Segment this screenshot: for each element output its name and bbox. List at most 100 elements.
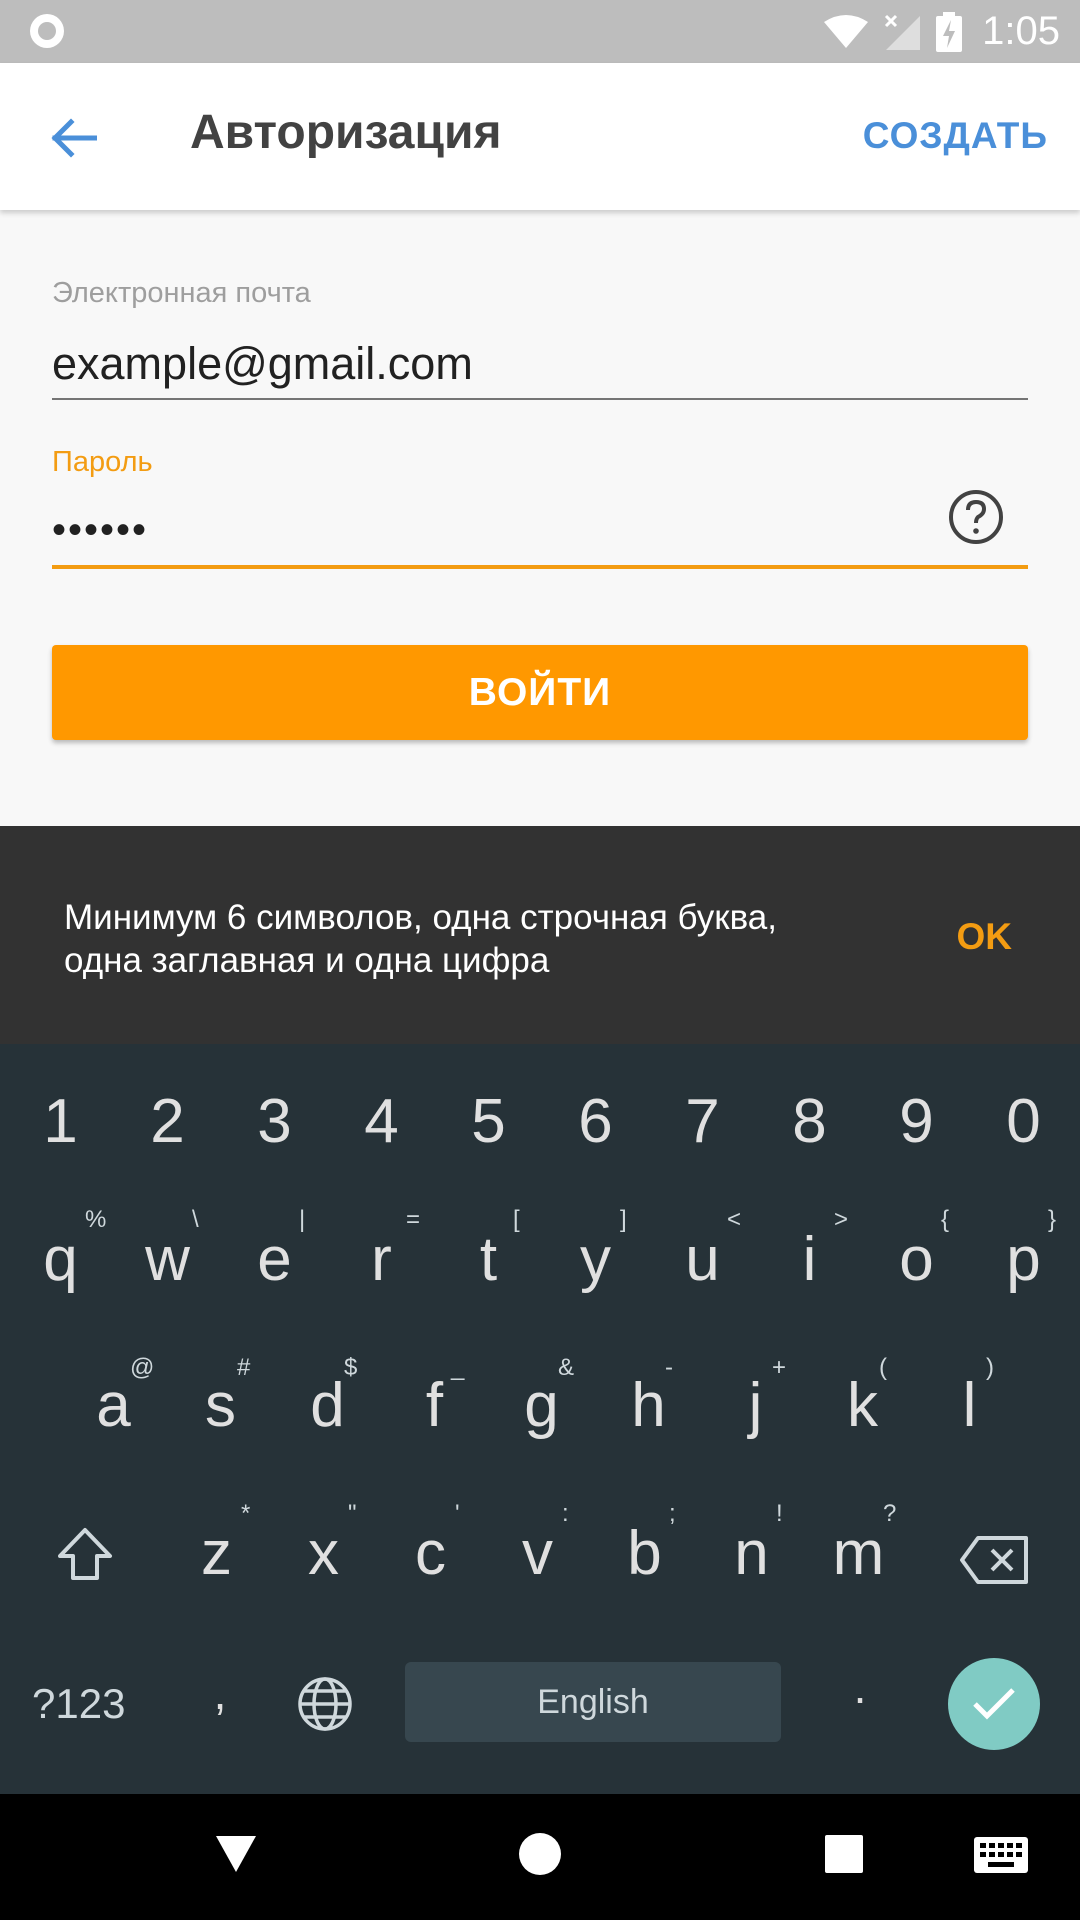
- key-hint: [: [513, 1206, 520, 1233]
- key-hint: \: [192, 1206, 199, 1233]
- key-hint: ): [986, 1354, 994, 1381]
- key-j[interactable]: j: [702, 1370, 809, 1441]
- key-w[interactable]: w: [114, 1224, 221, 1295]
- key-r[interactable]: r: [328, 1224, 435, 1295]
- key-hint: <: [727, 1206, 742, 1233]
- key-hint: -: [665, 1354, 673, 1381]
- key-hint: !: [776, 1500, 783, 1527]
- globe-icon[interactable]: [296, 1675, 354, 1733]
- key-hint: &: [558, 1354, 575, 1381]
- page-title: Авторизация: [190, 106, 502, 159]
- status-time: 1:05: [982, 9, 1060, 53]
- key-5[interactable]: 5: [435, 1086, 542, 1157]
- key-3[interactable]: 3: [221, 1086, 328, 1157]
- key-hint: |: [299, 1206, 306, 1233]
- check-icon: [973, 1688, 1015, 1720]
- password-field[interactable]: ••••••: [52, 495, 1028, 569]
- key-hint: >: [834, 1206, 849, 1233]
- key-c[interactable]: c: [377, 1518, 484, 1589]
- key-l[interactable]: l: [916, 1370, 1023, 1441]
- key-hint: _: [451, 1354, 465, 1381]
- symbols-key[interactable]: ?123: [32, 1680, 125, 1728]
- key-b[interactable]: b: [591, 1518, 698, 1589]
- key-g[interactable]: g: [488, 1370, 595, 1441]
- key-hint: ]: [620, 1206, 627, 1233]
- key-f[interactable]: f: [381, 1370, 488, 1441]
- back-arrow-icon: [51, 118, 97, 158]
- key-x[interactable]: x: [270, 1518, 377, 1589]
- comma-key[interactable]: ,: [200, 1666, 240, 1720]
- key-hint: $: [344, 1354, 358, 1381]
- key-6[interactable]: 6: [542, 1086, 649, 1157]
- done-button[interactable]: [948, 1658, 1040, 1750]
- signal-icon: [885, 14, 921, 50]
- battery-icon: [936, 11, 963, 52]
- nav-back-icon[interactable]: [214, 1834, 258, 1874]
- keyboard-icon[interactable]: [974, 1837, 1028, 1873]
- key-u[interactable]: u: [649, 1224, 756, 1295]
- password-value: ••••••: [52, 507, 149, 552]
- snackbar-message: Минимум 6 символов, одна строчная буква,…: [64, 896, 864, 982]
- key-hint: =: [406, 1206, 421, 1233]
- key-hint: #: [237, 1354, 251, 1381]
- app-bar: Авторизация СОЗДАТЬ: [0, 63, 1080, 210]
- key-hint: }: [1048, 1206, 1057, 1233]
- status-bar: 1:05: [0, 0, 1080, 63]
- key-e[interactable]: e: [221, 1224, 328, 1295]
- key-hint: ": [348, 1500, 357, 1527]
- email-label: Электронная почта: [52, 277, 311, 309]
- nav-home-icon[interactable]: [518, 1832, 562, 1876]
- key-q[interactable]: q: [7, 1224, 114, 1295]
- space-key-label: English: [537, 1682, 649, 1721]
- space-key[interactable]: English: [405, 1662, 781, 1742]
- key-d[interactable]: d: [274, 1370, 381, 1441]
- key-7[interactable]: 7: [649, 1086, 756, 1157]
- key-0[interactable]: 0: [970, 1086, 1077, 1157]
- back-button[interactable]: [38, 103, 108, 173]
- snackbar-line-2: одна заглавная и одна цифра: [64, 941, 550, 980]
- key-hint: {: [941, 1206, 950, 1233]
- backspace-icon[interactable]: [958, 1534, 1030, 1586]
- key-hint: (: [879, 1354, 887, 1381]
- key-s[interactable]: s: [167, 1370, 274, 1441]
- key-m[interactable]: m: [805, 1518, 912, 1589]
- key-hint: :: [562, 1500, 569, 1527]
- key-hint: *: [241, 1500, 251, 1527]
- create-account-button[interactable]: СОЗДАТЬ: [863, 115, 1048, 157]
- help-icon[interactable]: [947, 488, 1005, 546]
- nav-recents-icon[interactable]: [824, 1834, 864, 1874]
- notification-circle-icon: [30, 14, 64, 48]
- email-field[interactable]: [52, 330, 1028, 400]
- password-label: Пароль: [52, 446, 153, 478]
- key-i[interactable]: i: [756, 1224, 863, 1295]
- keyboard: 1 2 3 4 5 6 7 8 9 0 q% w \ e | r = t[y] u < i > o{p} a @ s # d $ f _ g &…: [0, 1044, 1080, 1794]
- login-button[interactable]: ВОЙТИ: [52, 645, 1028, 740]
- key-9[interactable]: 9: [863, 1086, 970, 1157]
- key-o[interactable]: o: [863, 1224, 970, 1295]
- snackbar-line-1: Минимум 6 символов, одна строчная буква,: [64, 898, 777, 937]
- key-8[interactable]: 8: [756, 1086, 863, 1157]
- navigation-bar: [0, 1794, 1080, 1920]
- key-v[interactable]: v: [484, 1518, 591, 1589]
- key-hint: +: [772, 1354, 787, 1381]
- key-4[interactable]: 4: [328, 1086, 435, 1157]
- key-n[interactable]: n: [698, 1518, 805, 1589]
- key-p[interactable]: p: [970, 1224, 1077, 1295]
- key-hint: ?: [883, 1500, 897, 1527]
- snackbar: Минимум 6 символов, одна строчная буква,…: [0, 826, 1080, 1044]
- period-key[interactable]: .: [840, 1660, 880, 1714]
- key-hint: %: [85, 1206, 107, 1233]
- key-hint: ': [455, 1500, 460, 1527]
- key-z[interactable]: z: [163, 1518, 270, 1589]
- key-hint: @: [130, 1354, 155, 1381]
- key-t[interactable]: t: [435, 1224, 542, 1295]
- key-y[interactable]: y: [542, 1224, 649, 1295]
- snackbar-ok-button[interactable]: OK: [957, 916, 1013, 958]
- wifi-icon: [824, 14, 869, 48]
- key-2[interactable]: 2: [114, 1086, 221, 1157]
- key-1[interactable]: 1: [7, 1086, 114, 1157]
- key-h[interactable]: h: [595, 1370, 702, 1441]
- key-hint: ;: [669, 1500, 676, 1527]
- shift-icon[interactable]: [54, 1524, 116, 1584]
- key-k[interactable]: k: [809, 1370, 916, 1441]
